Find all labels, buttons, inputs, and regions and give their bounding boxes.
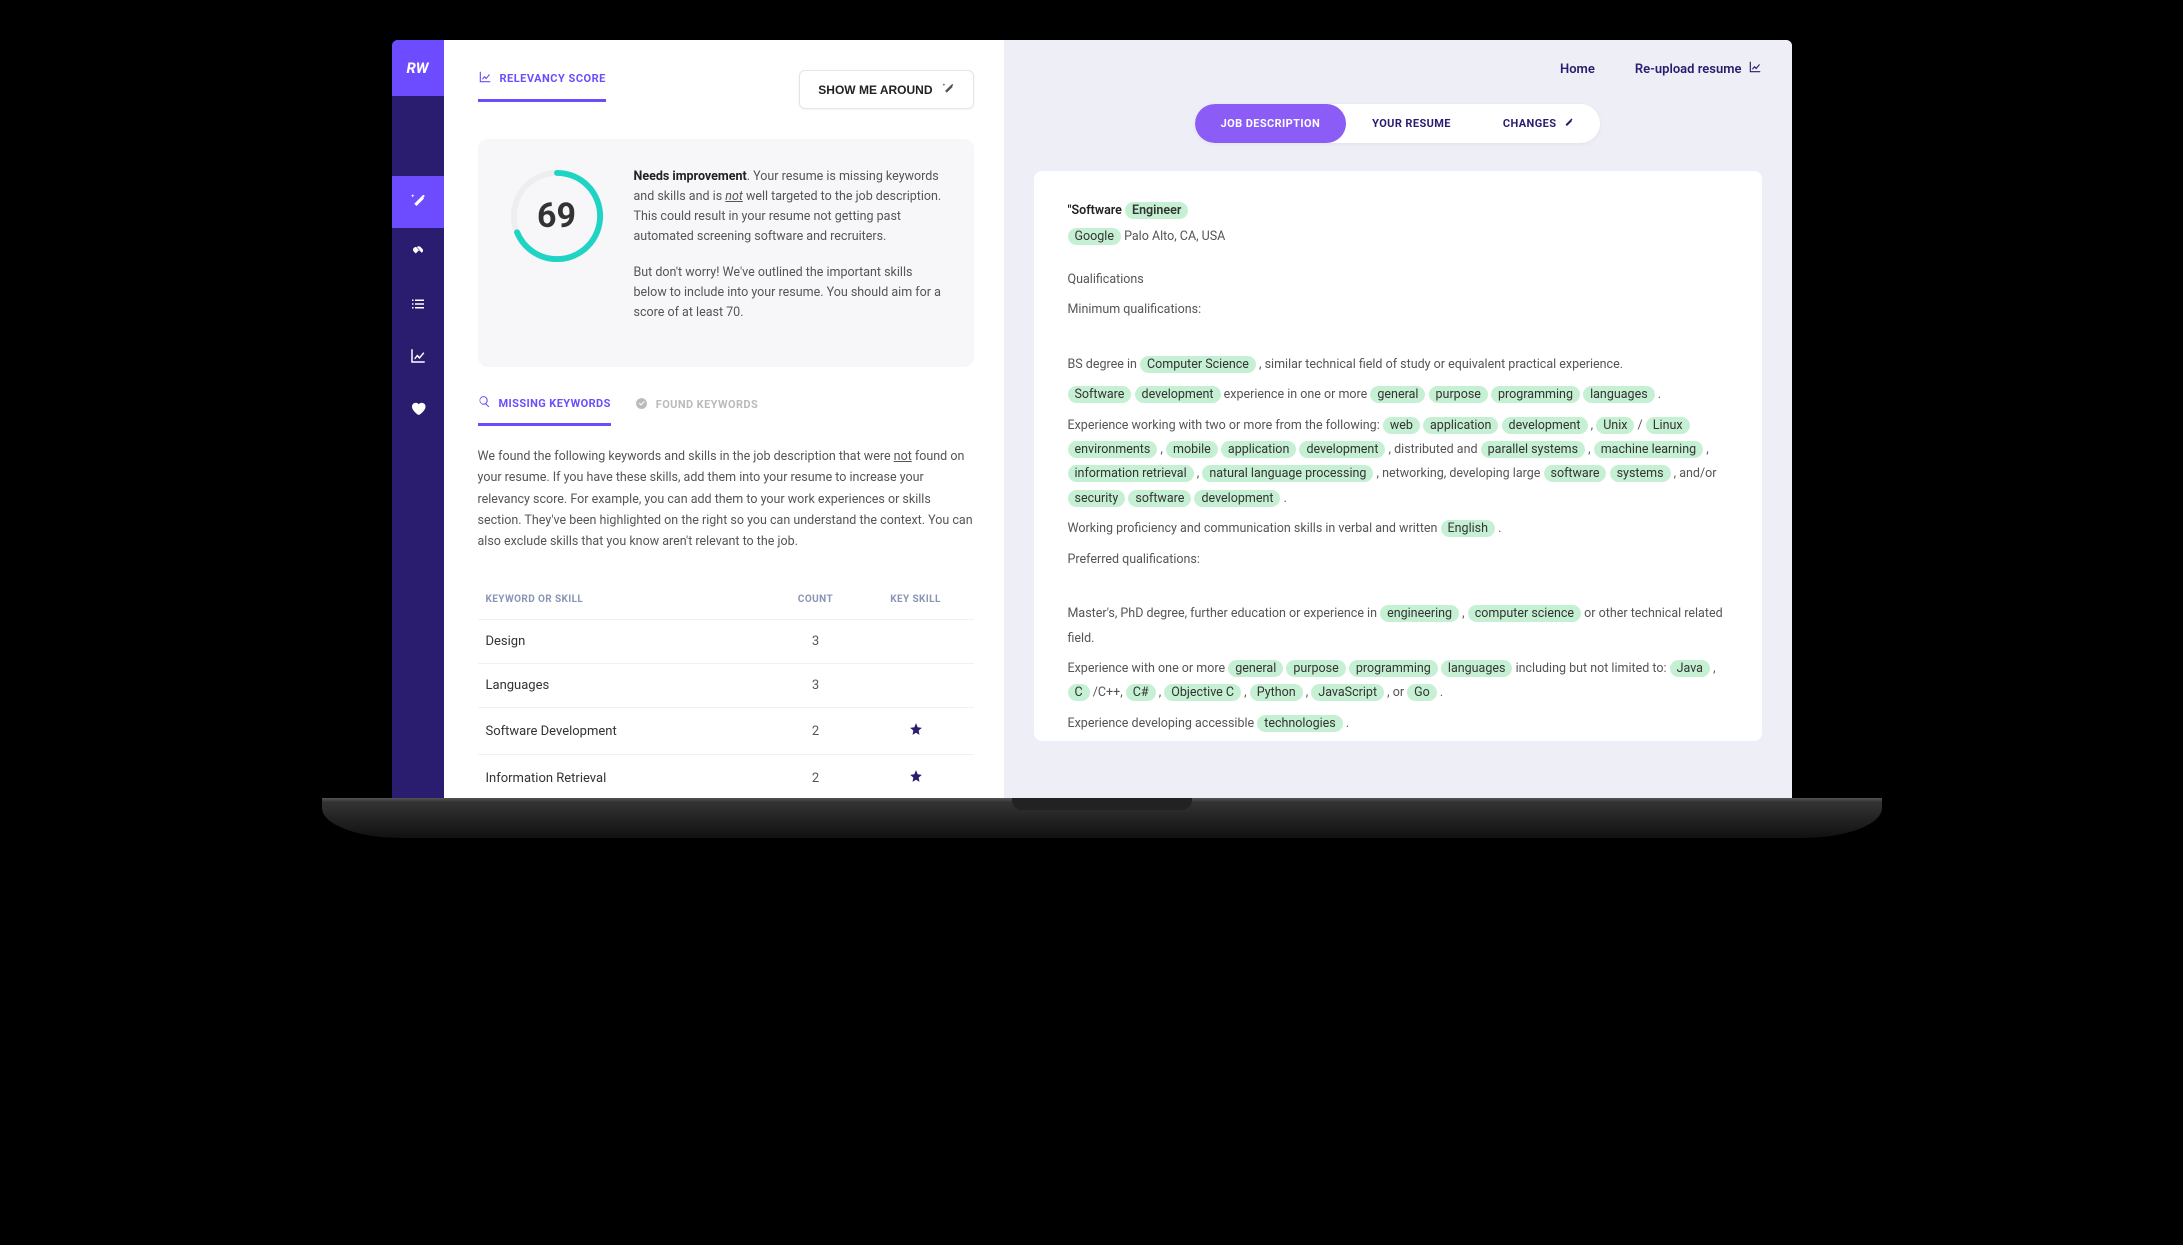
show-me-around-button[interactable]: SHOW ME AROUND bbox=[799, 70, 973, 109]
sidebar-item-favorites[interactable] bbox=[392, 384, 444, 436]
left-panel: RELEVANCY SCORE SHOW ME AROUND bbox=[444, 40, 1004, 800]
jd-pref-qualifications: Preferred qualifications: bbox=[1068, 548, 1728, 572]
jd-company: Google Palo Alto, CA, USA bbox=[1068, 225, 1728, 249]
magic-wand-icon bbox=[1562, 116, 1574, 131]
sidebar: RW bbox=[392, 40, 444, 800]
jd-line: Master's, PhD degree, further education … bbox=[1068, 602, 1728, 651]
header-count: COUNT bbox=[766, 594, 866, 605]
check-circle-icon bbox=[635, 397, 648, 413]
score-text: Needs improvement. Your resume is missin… bbox=[634, 167, 944, 339]
handshake-icon bbox=[409, 243, 427, 265]
jd-line: Working proficiency and communication sk… bbox=[1068, 517, 1728, 541]
laptop-base bbox=[322, 798, 1882, 838]
jd-line: Software development experience in one o… bbox=[1068, 383, 1728, 407]
keyword-table: KEYWORD OR SKILL COUNT KEY SKILL Design … bbox=[478, 580, 974, 800]
score-value: 69 bbox=[537, 196, 576, 236]
heart-icon bbox=[409, 399, 427, 421]
list-icon bbox=[409, 295, 427, 317]
tab-found-keywords[interactable]: FOUND KEYWORDS bbox=[635, 395, 758, 426]
relevancy-title: RELEVANCY SCORE bbox=[478, 70, 606, 102]
magic-wand-icon bbox=[409, 191, 427, 213]
right-panel: Home Re-upload resume JOB DESCRIPTION YO… bbox=[1004, 40, 1792, 800]
view-switch: JOB DESCRIPTION YOUR RESUME CHANGES bbox=[1034, 104, 1762, 143]
top-links: Home Re-upload resume bbox=[1034, 60, 1762, 78]
pill-changes[interactable]: CHANGES bbox=[1477, 104, 1600, 143]
chart-line-icon bbox=[1748, 60, 1762, 78]
jd-line: Experience with one or more general purp… bbox=[1068, 657, 1728, 706]
sidebar-item-magic[interactable] bbox=[392, 176, 444, 228]
jd-title: "Software Engineer bbox=[1068, 199, 1728, 223]
star-icon bbox=[866, 769, 966, 787]
score-bold: Needs improvement bbox=[634, 169, 747, 184]
pill-your-resume[interactable]: YOUR RESUME bbox=[1346, 104, 1477, 143]
job-description-card: "Software Engineer Google Palo Alto, CA,… bbox=[1034, 171, 1762, 741]
jd-line: Experience working with two or more from… bbox=[1068, 414, 1728, 512]
main: RELEVANCY SCORE SHOW ME AROUND bbox=[444, 40, 1792, 800]
laptop-frame: RW bbox=[382, 30, 1802, 838]
sidebar-item-list[interactable] bbox=[392, 280, 444, 332]
table-row[interactable]: Software Development 2 bbox=[478, 707, 974, 754]
pill-job-description[interactable]: JOB DESCRIPTION bbox=[1195, 104, 1347, 143]
table-row[interactable]: Design 3 bbox=[478, 619, 974, 663]
star-icon bbox=[866, 722, 966, 740]
show-me-label: SHOW ME AROUND bbox=[818, 83, 932, 97]
header-keyskill: KEY SKILL bbox=[866, 594, 966, 605]
home-link[interactable]: Home bbox=[1560, 60, 1595, 78]
keyword-tabs: MISSING KEYWORDS FOUND KEYWORDS bbox=[478, 395, 974, 426]
jd-line: BS degree in Computer Science , similar … bbox=[1068, 353, 1728, 377]
sidebar-item-chart[interactable] bbox=[392, 332, 444, 384]
logo[interactable]: RW bbox=[392, 40, 444, 96]
sidebar-item-handshake[interactable] bbox=[392, 228, 444, 280]
table-row[interactable]: Languages 3 bbox=[478, 663, 974, 707]
table-row[interactable]: Information Retrieval 2 bbox=[478, 754, 974, 800]
relevancy-title-text: RELEVANCY SCORE bbox=[500, 72, 606, 85]
reupload-link[interactable]: Re-upload resume bbox=[1635, 60, 1762, 78]
score-card: 69 Needs improvement. Your resume is mis… bbox=[478, 139, 974, 367]
magic-wand-icon bbox=[941, 81, 955, 98]
app-window: RW bbox=[392, 40, 1792, 800]
header-keyword: KEYWORD OR SKILL bbox=[486, 594, 766, 605]
jd-min-qualifications: Minimum qualifications: bbox=[1068, 298, 1728, 322]
chart-line-icon bbox=[409, 347, 427, 369]
keyword-description: We found the following keywords and skil… bbox=[478, 446, 974, 552]
search-icon bbox=[478, 395, 491, 411]
tab-missing-keywords[interactable]: MISSING KEYWORDS bbox=[478, 395, 611, 426]
score-circle: 69 bbox=[508, 167, 606, 265]
jd-line: Experience developing accessible technol… bbox=[1068, 712, 1728, 736]
chart-line-icon bbox=[478, 70, 492, 87]
jd-qualifications-heading: Qualifications bbox=[1068, 268, 1728, 292]
laptop-notch bbox=[1012, 798, 1192, 810]
